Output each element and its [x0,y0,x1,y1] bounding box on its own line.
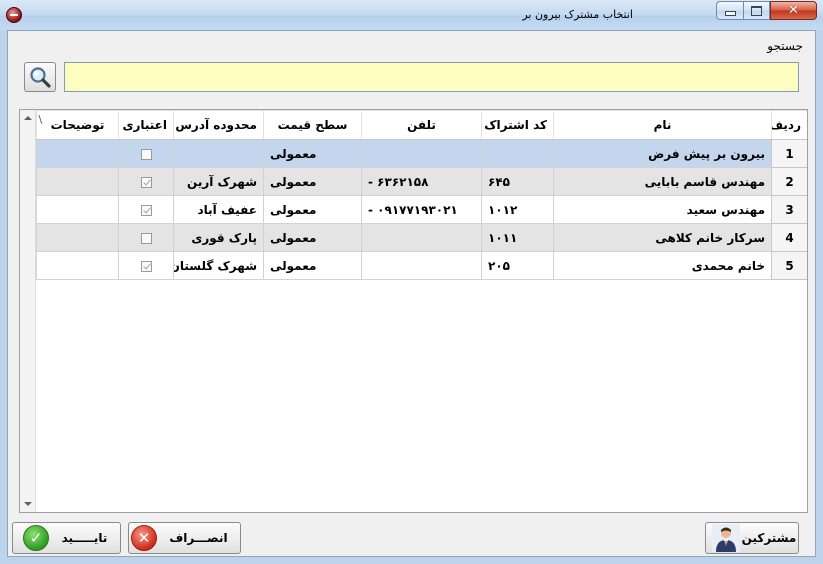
row-number: 5 [771,251,807,280]
credit-checkbox[interactable] [140,204,152,216]
search-label: جستجو [767,39,803,53]
table-row[interactable]: 1 بیرون بر پیش فرض معمولی [36,139,807,168]
customer-name: مهندس قاسم بابایی [553,167,772,196]
scroll-down-icon[interactable] [24,502,32,506]
minimize-icon [724,11,736,16]
confirm-label: تایـــــید [61,531,108,545]
row-number: 2 [771,167,807,196]
title-bar[interactable]: انتخاب مشترک بیرون بر ✕ [0,0,823,30]
customer-code: ۱۰۱۱ [481,223,554,252]
customer-notes [36,195,119,224]
customer-price-level: معمولی [263,251,362,280]
credit-cell [118,139,174,168]
column-header-credit[interactable]: اعتباری [118,110,174,140]
credit-cell [118,195,174,224]
customer-notes [36,223,119,252]
person-icon [712,524,740,552]
customer-price-level: معمولی [263,139,362,168]
table-row[interactable]: 3 مهندس سعید ۱۰۱۲ ۰۹۱۷۷۱۹۳۰۲۱ - معمولی ع… [36,195,807,224]
customer-phone [361,223,482,252]
app-icon[interactable] [6,7,22,23]
credit-checkbox[interactable] [140,148,152,160]
vertical-scrollbar[interactable] [20,110,36,512]
column-header-phone[interactable]: تلفن [361,110,482,140]
close-button[interactable]: ✕ [770,1,817,20]
customer-code: ۶۴۵ [481,167,554,196]
scroll-up-icon[interactable] [24,116,32,120]
customer-price-level: معمولی [263,167,362,196]
customer-address: شهرک آرین [173,167,264,196]
search-button[interactable] [24,62,56,92]
customer-code [481,139,554,168]
customer-notes [36,167,119,196]
table-row[interactable]: 5 خانم محمدی ۲۰۵ معمولی شهرک گلستان [36,251,807,280]
x-icon: ✕ [131,525,157,551]
row-number: 4 [771,223,807,252]
cancel-label: انصـــراف [169,531,228,545]
customers-label: مشترکین [741,531,797,545]
customer-table: ردیف نام \ کد اشتراک تلفن سطح قیمت محدوده… [36,110,807,280]
column-header-notes[interactable]: توضیحات [36,110,119,140]
table-header-row: ردیف نام \ کد اشتراک تلفن سطح قیمت محدوده… [36,110,807,140]
column-header-price-level[interactable]: سطح قیمت [263,110,362,140]
dialog-body: جستجو ردیف نام \ کد اشتراک تلفن سطح قیمت… [7,30,816,557]
row-number: 1 [771,139,807,168]
customer-phone [361,251,482,280]
customer-phone [361,139,482,168]
customer-code: ۲۰۵ [481,251,554,280]
credit-cell [118,167,174,196]
table-row[interactable]: 4 سرکار خانم کلاهی ۱۰۱۱ معمولی پارک قوری [36,223,807,252]
credit-checkbox[interactable] [140,260,152,272]
window-title: انتخاب مشترک بیرون بر [522,8,633,21]
customer-phone: ۶۳۶۲۱۵۸ - [361,167,482,196]
minimize-button[interactable] [716,1,743,20]
customer-address: پارک قوری [173,223,264,252]
confirm-button[interactable]: ✓ تایـــــید [12,522,121,554]
customer-address: شهرک گلستان [173,251,264,280]
customer-address [173,139,264,168]
cancel-button[interactable]: ✕ انصـــراف [128,522,241,554]
maximize-icon [751,5,762,16]
column-header-code[interactable]: کد اشتراک [481,110,554,140]
customer-notes [36,139,119,168]
customer-price-level: معمولی [263,195,362,224]
credit-cell [118,251,174,280]
magnifier-icon [30,67,51,88]
table-row[interactable]: 2 مهندس قاسم بابایی ۶۴۵ ۶۳۶۲۱۵۸ - معمولی… [36,167,807,196]
row-number: 3 [771,195,807,224]
credit-checkbox[interactable] [140,232,152,244]
search-input[interactable] [64,62,799,92]
customer-price-level: معمولی [263,223,362,252]
maximize-button[interactable] [743,1,770,20]
column-header-address[interactable]: محدوده آدرس [173,110,264,140]
column-header-row-number[interactable]: ردیف [771,110,807,140]
customer-grid[interactable]: ردیف نام \ کد اشتراک تلفن سطح قیمت محدوده… [19,109,808,513]
customer-address: عفیف آباد [173,195,264,224]
customer-code: ۱۰۱۲ [481,195,554,224]
customers-button[interactable]: مشترکین [705,522,799,554]
window-controls: ✕ [716,1,817,21]
customer-name: مهندس سعید [553,195,772,224]
customer-notes [36,251,119,280]
customer-name: بیرون بر پیش فرض [553,139,772,168]
customer-name: سرکار خانم کلاهی [553,223,772,252]
customer-name: خانم محمدی [553,251,772,280]
close-icon: ✕ [788,3,799,18]
column-header-name[interactable]: نام \ [39,110,772,140]
credit-checkbox[interactable] [140,176,152,188]
credit-cell [118,223,174,252]
check-icon: ✓ [23,525,49,551]
customer-phone: ۰۹۱۷۷۱۹۳۰۲۱ - [361,195,482,224]
